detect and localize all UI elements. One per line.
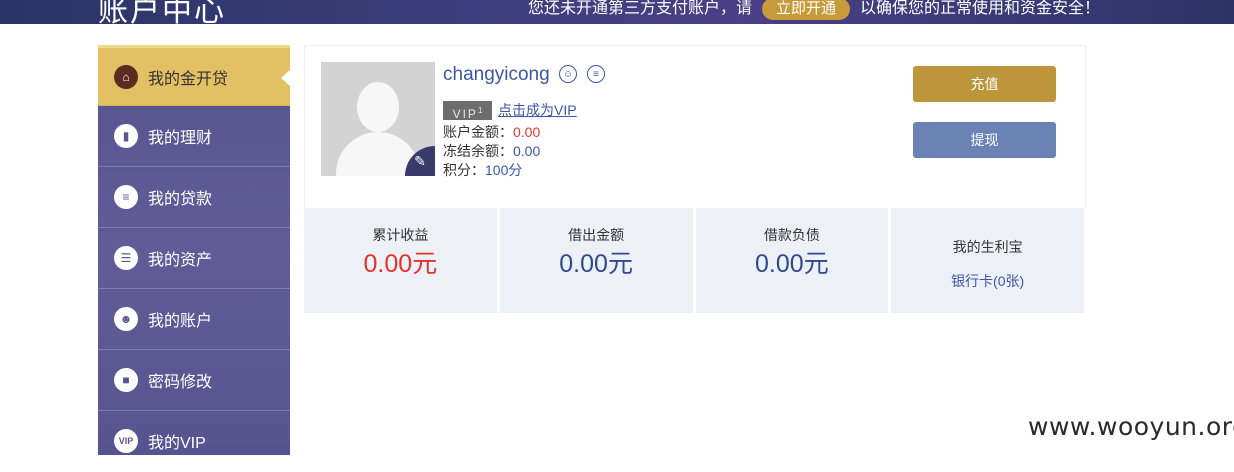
sidebar-item-password[interactable]: ■ 密码修改 bbox=[98, 350, 290, 411]
stat-value: 0.00元 bbox=[363, 250, 438, 278]
profile-card: ✎ changyicong ☺ ≡ VIP1 点击成为VIP 账户金额：0.00… bbox=[304, 45, 1086, 209]
top-banner: 账户中心 您还未开通第三方支付账户，请 立即开通 以确保您的正常使用和资金安全！ bbox=[0, 0, 1234, 24]
recharge-button[interactable]: 充值 bbox=[913, 66, 1056, 102]
stat-value: 0.00元 bbox=[755, 250, 829, 278]
stat-label: 借款负债 bbox=[763, 227, 820, 243]
user-verify-icon[interactable]: ☺ bbox=[559, 65, 577, 83]
sidebar-item-jinkaidai[interactable]: ⌂ 我的金开贷 bbox=[98, 45, 290, 106]
stat-total-earnings: 累计收益 0.00元 bbox=[304, 208, 497, 313]
vip-badge-text: VIP bbox=[452, 107, 478, 121]
stat-label: 我的生利宝 bbox=[952, 239, 1023, 255]
sidebar-item-label: 我的金开贷 bbox=[148, 70, 229, 88]
notice-text-before: 您还未开通第三方支付账户，请 bbox=[528, 0, 753, 17]
vip-level: 1 bbox=[477, 106, 483, 115]
sidebar-item-account[interactable]: ☻ 我的账户 bbox=[98, 289, 290, 350]
stats-panel: 累计收益 0.00元 借出金额 0.00元 借款负债 0.00元 我的生利宝 银… bbox=[304, 208, 1084, 313]
points-row: 积分：100分 bbox=[443, 160, 522, 180]
frozen-balance-label: 冻结余额： bbox=[443, 143, 513, 159]
sidebar: ⌂ 我的金开贷 ▮ 我的理财 ≡ 我的贷款 ☰ 我的资产 ☻ 我的账户 ■ 密码… bbox=[98, 45, 290, 472]
avatar[interactable]: ✎ bbox=[321, 62, 435, 176]
avatar-head-shape bbox=[357, 82, 399, 132]
stat-value: 0.00元 bbox=[559, 250, 633, 278]
sidebar-item-loans[interactable]: ≡ 我的贷款 bbox=[98, 167, 290, 228]
sidebar-item-finance[interactable]: ▮ 我的理财 bbox=[98, 106, 290, 167]
notes-icon: ≡ bbox=[114, 185, 138, 209]
sidebar-item-label: 我的账户 bbox=[148, 313, 213, 330]
open-account-button[interactable]: 立即开通 bbox=[762, 0, 851, 20]
vip-badge: VIP1 bbox=[443, 101, 492, 121]
account-balance-value: 0.00 bbox=[513, 124, 541, 140]
sidebar-item-vip[interactable]: VIP 我的VIP bbox=[98, 411, 290, 472]
become-vip-link[interactable]: 点击成为VIP bbox=[498, 100, 577, 120]
home-icon: ⌂ bbox=[114, 64, 138, 89]
sidebar-item-assets[interactable]: ☰ 我的资产 bbox=[98, 228, 290, 289]
sidebar-item-label: 我的VIP bbox=[148, 435, 206, 452]
chart-icon: ▮ bbox=[114, 124, 138, 148]
frozen-balance-row: 冻结余额：0.00 bbox=[443, 141, 540, 161]
stat-label: 累计收益 bbox=[372, 227, 429, 243]
coins-icon: ☰ bbox=[114, 246, 138, 270]
frozen-balance-value: 0.00 bbox=[513, 143, 541, 159]
watermark: www.wooyun.org bbox=[1028, 412, 1234, 441]
payment-notice: 您还未开通第三方支付账户，请 立即开通 以确保您的正常使用和资金安全！ bbox=[528, 0, 1100, 20]
withdraw-button[interactable]: 提现 bbox=[913, 122, 1056, 158]
stat-lent-amount: 借出金额 0.00元 bbox=[499, 208, 693, 313]
username: changyicong bbox=[443, 64, 550, 85]
notice-text-after: 以确保您的正常使用和资金安全！ bbox=[860, 0, 1101, 17]
page-title: 账户中心 bbox=[98, 0, 226, 24]
sidebar-item-label: 密码修改 bbox=[148, 374, 213, 391]
lock-icon: ■ bbox=[114, 368, 138, 392]
stat-loan-debt: 借款负债 0.00元 bbox=[695, 208, 889, 313]
points-value: 100分 bbox=[485, 162, 523, 178]
bank-card-link[interactable]: 银行卡(0张) bbox=[891, 271, 1084, 291]
stat-shenglibao: 我的生利宝 银行卡(0张) bbox=[891, 208, 1084, 313]
account-balance-row: 账户金额：0.00 bbox=[443, 122, 540, 142]
bank-info-icon[interactable]: ≡ bbox=[587, 65, 605, 83]
account-balance-label: 账户金额： bbox=[443, 124, 513, 140]
points-label: 积分： bbox=[443, 162, 485, 178]
sidebar-item-label: 我的资产 bbox=[148, 252, 213, 269]
sidebar-item-label: 我的理财 bbox=[148, 130, 213, 147]
sidebar-item-label: 我的贷款 bbox=[148, 191, 213, 208]
stat-label: 借出金额 bbox=[568, 227, 625, 243]
id-card-icon: ☻ bbox=[114, 307, 138, 331]
vip-icon: VIP bbox=[114, 429, 138, 453]
